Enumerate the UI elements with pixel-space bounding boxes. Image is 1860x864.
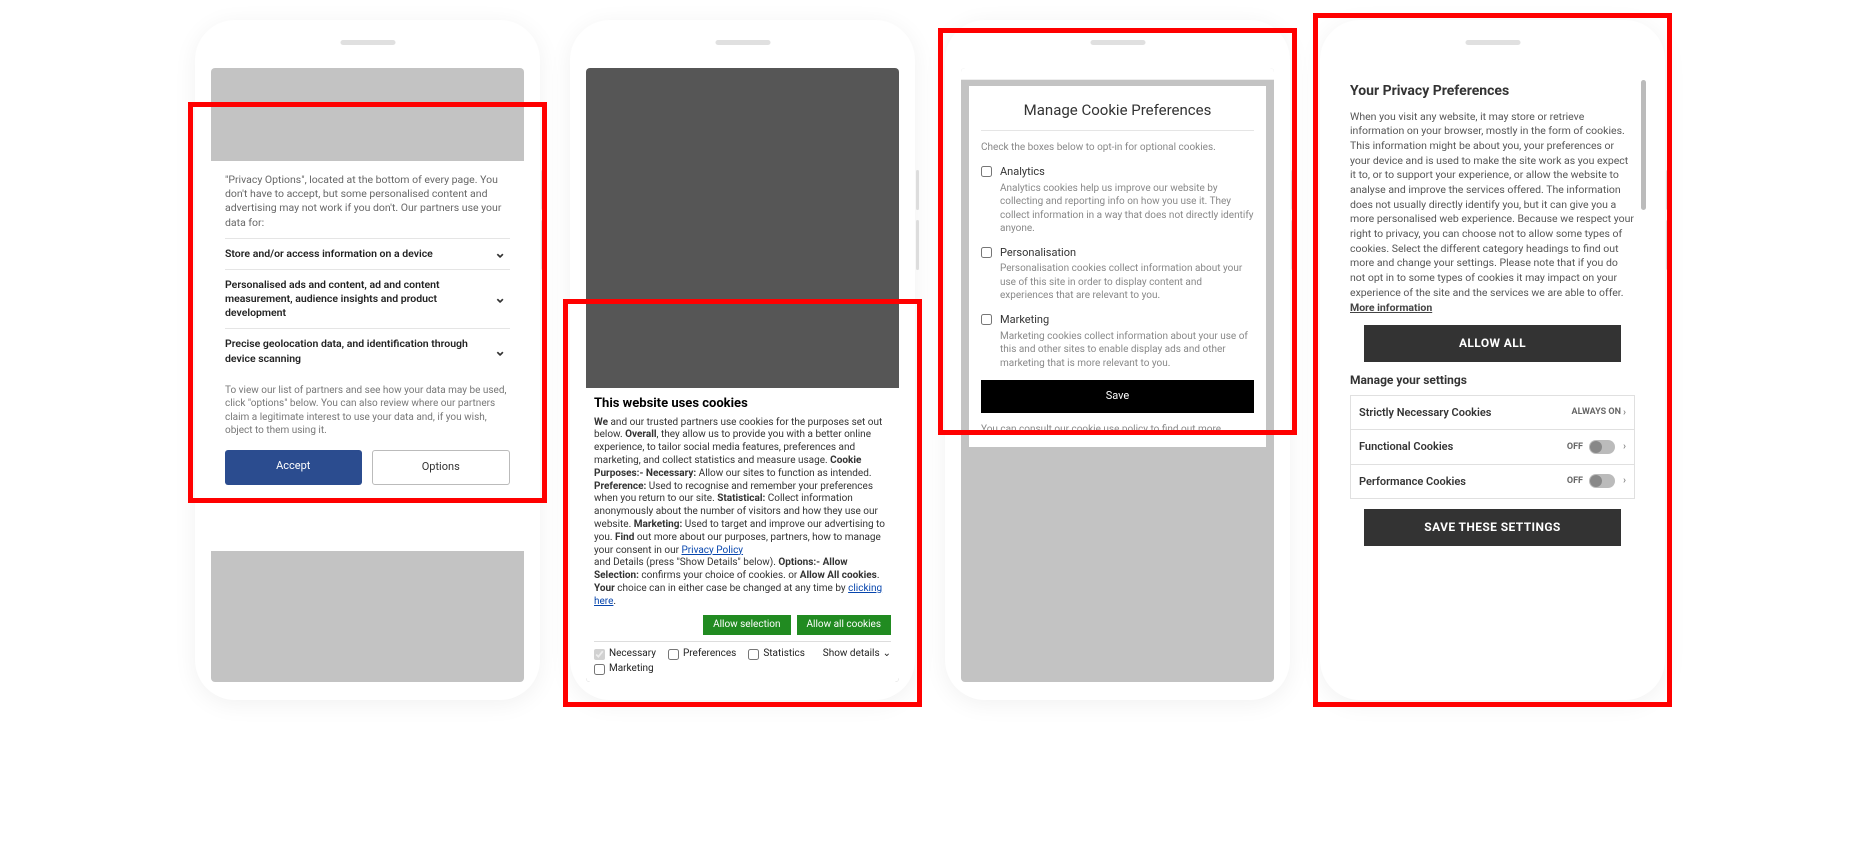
preferences-checkbox[interactable]: Preferences [668, 648, 736, 661]
phone-side-button [1666, 170, 1669, 210]
phone-speaker [1090, 40, 1145, 45]
phone-side-button [916, 220, 919, 270]
save-settings-button[interactable]: SAVE THESE SETTINGS [1364, 509, 1621, 546]
options-button[interactable]: Options [372, 450, 511, 485]
cookie-category-row: Personalisation Personalisation cookies … [981, 246, 1254, 303]
settings-row-state: OFF [1567, 441, 1583, 454]
phone-speaker [715, 40, 770, 45]
privacy-policy-link[interactable]: Privacy Policy [681, 545, 743, 556]
more-information-link[interactable]: More information [1350, 301, 1432, 314]
cookie-banner-title: This website uses cookies [594, 396, 891, 413]
cookie-preferences-sheet: Manage Cookie Preferences Check the boxe… [969, 86, 1266, 447]
category-name: Marketing [1000, 313, 1254, 328]
accept-button[interactable]: Accept [225, 450, 362, 485]
chevron-down-icon: ⌄ [883, 648, 891, 661]
privacy-preferences-body: When you visit any website, it may store… [1350, 110, 1635, 316]
cookie-preferences-intro: Check the boxes below to opt-in for opti… [981, 141, 1254, 155]
cookie-button-row: Allow selection Allow all cookies [594, 615, 891, 636]
allow-all-button[interactable]: ALLOW ALL [1364, 325, 1621, 362]
category-name: Analytics [1000, 165, 1254, 180]
chevron-down-icon: ⌄ [494, 290, 506, 309]
phone-speaker [1465, 40, 1520, 45]
cookie-policy-footer: You can consult our cookie use policy to… [981, 423, 1254, 437]
cookie-category-row: Marketing Marketing cookies collect info… [981, 313, 1254, 370]
phone-side-button [541, 170, 544, 210]
settings-row-label: Strictly Necessary Cookies [1359, 405, 1491, 420]
consent-sheet: "Privacy Options", located at the bottom… [211, 161, 524, 551]
settings-row-state: ALWAYS ON [1572, 406, 1621, 419]
personalisation-checkbox[interactable] [981, 247, 992, 258]
phone-frame-3: Manage Cookie Preferences Check the boxe… [945, 20, 1290, 700]
phone-speaker [340, 40, 395, 45]
category-desc: Marketing cookies collect information ab… [1000, 330, 1254, 371]
consent-intro-text: "Privacy Options", located at the bottom… [225, 173, 510, 230]
phone-side-button [1291, 170, 1294, 210]
phone-frame-2: This website uses cookies We and our tru… [570, 20, 915, 700]
purpose-row[interactable]: Personalised ads and content, ad and con… [225, 269, 510, 329]
necessary-checkbox[interactable]: Necessary [594, 648, 656, 661]
chevron-right-icon: › [1623, 474, 1626, 488]
toggle-switch[interactable] [1589, 440, 1615, 454]
cookie-preferences-title: Manage Cookie Preferences [981, 100, 1254, 131]
purpose-row[interactable]: Precise geolocation data, and identifica… [225, 328, 510, 373]
chevron-down-icon: ⌄ [494, 244, 506, 263]
scrollbar[interactable] [1641, 80, 1646, 670]
toggle-switch[interactable] [1589, 474, 1615, 488]
privacy-preferences-sheet: Your Privacy Preferences When you visit … [1336, 68, 1649, 682]
save-button[interactable]: Save [981, 380, 1254, 413]
purpose-row[interactable]: Store and/or access information on a dev… [225, 238, 510, 269]
chevron-right-icon: › [1623, 406, 1626, 420]
phone-screen: "Privacy Options", located at the bottom… [211, 68, 524, 682]
phone-frame-1: "Privacy Options", located at the bottom… [195, 20, 540, 700]
marketing-checkbox[interactable]: Marketing [594, 663, 891, 676]
cookie-use-policy-link[interactable]: cookie use policy [1071, 424, 1148, 435]
app-top-bar [961, 68, 1274, 80]
show-details-link[interactable]: Show details ⌄ [823, 648, 891, 661]
phone-frame-4: Your Privacy Preferences When you visit … [1320, 20, 1665, 700]
chevron-right-icon: › [1623, 440, 1626, 454]
consent-button-row: Accept Options [225, 450, 510, 485]
phone-side-button [541, 220, 544, 270]
purpose-label: Precise geolocation data, and identifica… [225, 337, 468, 364]
phone-screen: Manage Cookie Preferences Check the boxe… [961, 68, 1274, 682]
settings-row-functional[interactable]: Functional Cookies OFF › [1350, 429, 1635, 463]
manage-settings-heading: Manage your settings [1350, 372, 1635, 389]
analytics-checkbox[interactable] [981, 166, 992, 177]
settings-row-label: Performance Cookies [1359, 474, 1466, 489]
phone-side-button [916, 170, 919, 210]
category-name: Personalisation [1000, 246, 1254, 261]
settings-row-label: Functional Cookies [1359, 439, 1453, 454]
cookie-category-row: Analytics Analytics cookies help us impr… [981, 165, 1254, 236]
phone-screen: This website uses cookies We and our tru… [586, 68, 899, 682]
phone-screen: Your Privacy Preferences When you visit … [1336, 68, 1649, 682]
privacy-preferences-title: Your Privacy Preferences [1350, 82, 1635, 102]
category-desc: Personalisation cookies collect informat… [1000, 262, 1254, 303]
settings-row-strictly-necessary[interactable]: Strictly Necessary Cookies ALWAYS ON › [1350, 395, 1635, 429]
phone-side-button [1291, 220, 1294, 270]
purpose-label: Store and/or access information on a dev… [225, 247, 433, 260]
statistics-checkbox[interactable]: Statistics [748, 648, 805, 661]
partners-note: To view our list of partners and see how… [225, 374, 510, 450]
scrollbar-thumb[interactable] [1641, 80, 1646, 210]
settings-row-state: OFF [1567, 475, 1583, 488]
settings-row-performance[interactable]: Performance Cookies OFF › [1350, 464, 1635, 499]
cookie-banner: This website uses cookies We and our tru… [586, 388, 899, 682]
allow-selection-button[interactable]: Allow selection [703, 615, 790, 636]
cookie-banner-body: We and our trusted partners use cookies … [594, 417, 891, 609]
purpose-label: Personalised ads and content, ad and con… [225, 278, 440, 319]
chevron-down-icon: ⌄ [494, 342, 506, 361]
phone-side-button [1666, 220, 1669, 270]
allow-all-cookies-button[interactable]: Allow all cookies [797, 615, 891, 636]
category-desc: Analytics cookies help us improve our we… [1000, 182, 1254, 236]
cookie-category-checks: Necessary Preferences Statistics Show de… [594, 641, 891, 676]
marketing-checkbox[interactable] [981, 314, 992, 325]
